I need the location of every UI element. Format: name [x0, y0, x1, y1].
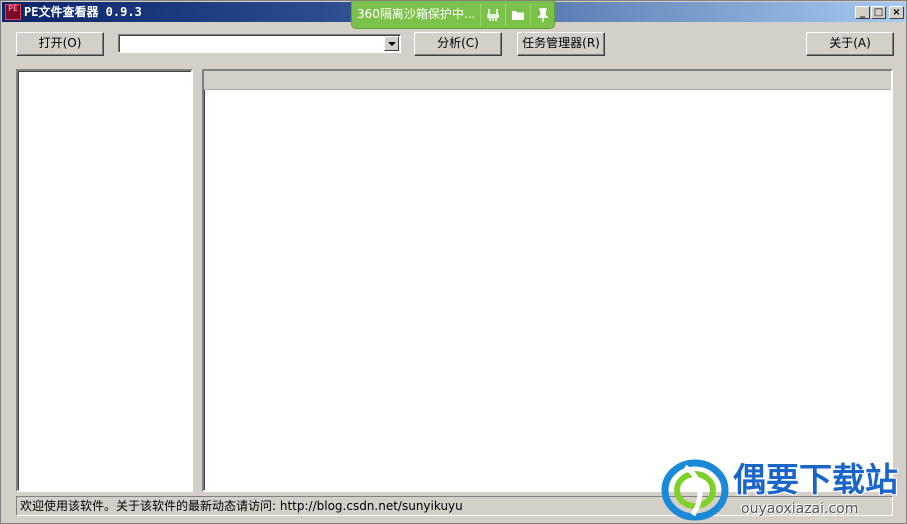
watermark-title: 偶要下载站: [733, 460, 898, 499]
detail-list-view[interactable]: [202, 69, 893, 492]
app-window: PE PE文件查看器 0.9.3 _ □ × 360隔离沙箱保护中... 打开(…: [0, 0, 907, 524]
watermark-url: ouyaoxiazai.com: [741, 501, 859, 517]
list-header[interactable]: [204, 71, 891, 90]
site-logo-icon: [661, 459, 729, 521]
watermark: 偶要下载站 ouyaoxiazai.com: [661, 457, 906, 523]
window-title: PE文件查看器 0.9.3: [24, 5, 142, 19]
sandbox-indicator[interactable]: 360隔离沙箱保护中...: [351, 1, 555, 29]
open-button[interactable]: 打开(O): [16, 32, 104, 56]
pe-structure-tree[interactable]: [16, 69, 193, 492]
chevron-down-icon[interactable]: [384, 36, 399, 51]
folder-icon[interactable]: [505, 4, 529, 26]
sweep-icon[interactable]: [480, 4, 504, 26]
status-text: 欢迎使用该软件。关于该软件的最新动态请访问: http://blog.csdn.…: [20, 499, 463, 513]
close-button[interactable]: ×: [889, 6, 904, 19]
minimize-button[interactable]: _: [855, 6, 870, 19]
task-manager-button[interactable]: 任务管理器(R): [517, 32, 605, 56]
analyze-button[interactable]: 分析(C): [414, 32, 502, 56]
maximize-button[interactable]: □: [871, 6, 886, 19]
app-icon: PE: [5, 4, 21, 20]
file-path-combo[interactable]: [118, 34, 401, 53]
about-button[interactable]: 关于(A): [806, 32, 894, 56]
pin-icon[interactable]: [530, 4, 554, 26]
sandbox-status-text: 360隔离沙箱保护中...: [357, 7, 476, 21]
